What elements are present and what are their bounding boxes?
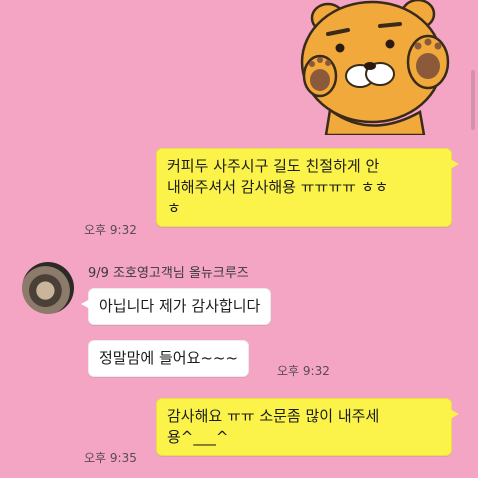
my-message-bubble[interactable]: 커피두 사주시구 길도 친절하게 안 내해주셔서 감사해용 ㅠㅠㅠㅠ ㅎㅎ ㅎ (156, 148, 459, 227)
scrollbar-thumb[interactable] (471, 70, 475, 130)
message-time: 오후 9:32 (277, 364, 330, 378)
message-line: 내해주셔서 감사해용 ㅠㅠㅠㅠ ㅎㅎ (167, 178, 389, 196)
message-line: 용^___^ (167, 428, 229, 446)
other-message-bubble[interactable]: 정말맘에 들어요~~~ (88, 340, 250, 377)
other-message-bubble[interactable]: 아닙니다 제가 감사합니다 (80, 288, 272, 325)
ryan-sticker-icon (300, 0, 450, 135)
message-line: 감사해요 ㅠㅠ 소문좀 많이 내주세 (167, 407, 380, 425)
avatar[interactable] (22, 262, 74, 314)
sender-name: 9/9 조호영고객님 올뉴크루즈 (88, 266, 249, 281)
message-line: ㅎ (167, 199, 181, 217)
message-text: 정말맘에 들어요~~~ (99, 349, 239, 367)
my-message-bubble[interactable]: 감사해요 ㅠㅠ 소문좀 많이 내주세 용^___^ (156, 398, 459, 456)
scrollbar[interactable] (468, 0, 478, 478)
message-text: 아닙니다 제가 감사합니다 (99, 297, 261, 315)
message-line: 커피두 사주시구 길도 친절하게 안 (167, 157, 380, 175)
message-time: 오후 9:32 (84, 223, 137, 237)
message-time: 오후 9:35 (84, 451, 137, 465)
chat-room: 오후 9:32 커피두 사주시구 길도 친절하게 안 내해주셔서 감사해용 ㅠㅠ… (0, 0, 478, 478)
